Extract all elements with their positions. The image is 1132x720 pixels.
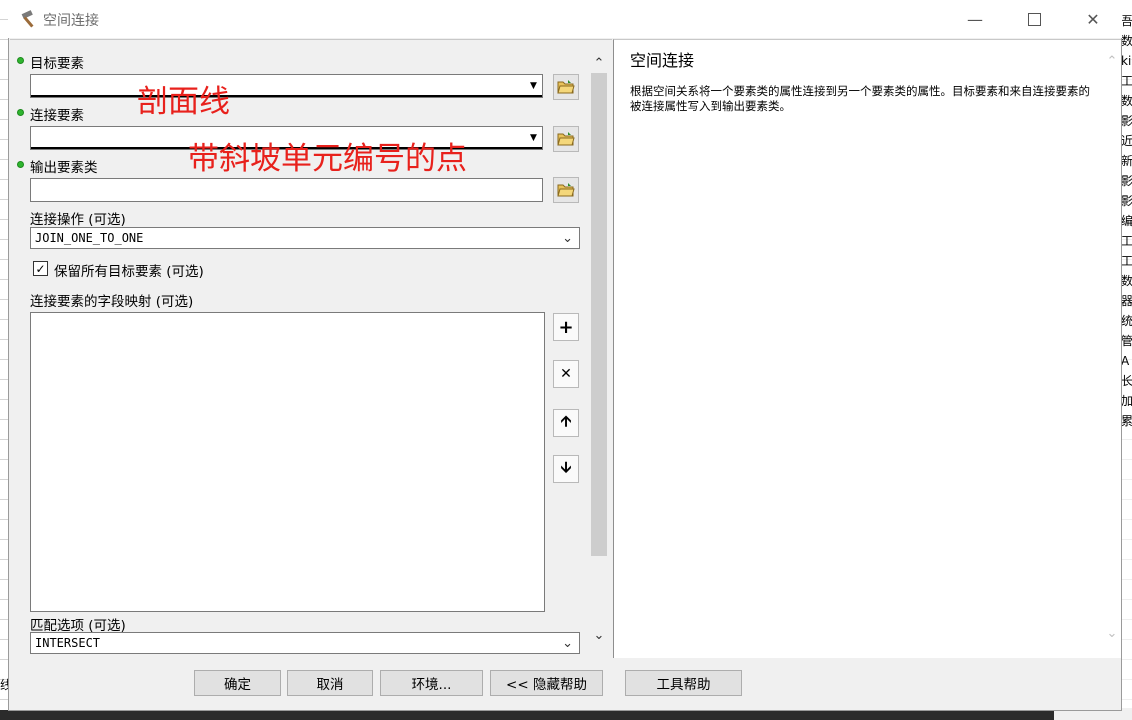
background-right-text: 统 [1121, 314, 1132, 328]
chevron-down-icon[interactable]: ▼ [525, 127, 542, 149]
background-right-text: 长 [1121, 374, 1132, 388]
join-browse-button[interactable] [553, 126, 579, 152]
background-right-text: 工 [1121, 74, 1132, 88]
join-operation-label: 连接操作 (可选) [30, 212, 126, 228]
chevron-down-icon: ⌄ [593, 627, 605, 643]
folder-open-icon [557, 183, 575, 197]
background-right-text: 影 [1121, 174, 1132, 188]
chevron-down-icon[interactable]: ▼ [525, 75, 542, 97]
match-option-value: INTERSECT [35, 636, 101, 650]
background-right-text: ki [1121, 54, 1132, 68]
hide-help-button[interactable]: << 隐藏帮助 [490, 670, 603, 696]
move-down-button[interactable]: 🡫 [553, 455, 579, 483]
background-right-text: 管 [1121, 334, 1132, 348]
help-scroll-down-button[interactable]: ⌄ [1104, 625, 1120, 641]
background-right-text: 吾 [1121, 14, 1132, 28]
arrow-down-icon: 🡫 [560, 457, 572, 476]
plus-icon: + [558, 316, 574, 338]
remove-field-button[interactable]: ✕ [553, 360, 579, 388]
target-features-label: 目标要素 [30, 56, 84, 72]
target-browse-button[interactable] [553, 74, 579, 100]
required-indicator [17, 57, 24, 64]
combo-border [31, 95, 542, 97]
scroll-down-button[interactable]: ⌄ [591, 627, 607, 643]
scrollbar-thumb[interactable] [591, 73, 607, 556]
annotation-join-note: 带斜坡单元编号的点 [188, 141, 467, 177]
background-right-text: 编 [1121, 214, 1132, 228]
folder-open-icon [557, 132, 575, 146]
window-title: 空间连接 [43, 13, 99, 29]
field-map-label: 连接要素的字段映射 (可选) [30, 294, 194, 310]
chevron-down-icon: ⌄ [562, 636, 573, 651]
background-right-text: 数 [1121, 94, 1132, 108]
background-right-text: A [1121, 354, 1130, 368]
close-button[interactable]: ✕ [1070, 0, 1116, 38]
background-right-text: 新 [1121, 154, 1132, 168]
keep-all-checkbox[interactable]: ✓ [33, 261, 48, 276]
chevron-down-icon: ⌄ [562, 231, 573, 246]
environments-button[interactable]: 环境... [380, 670, 483, 696]
background-right-text: 影 [1121, 114, 1132, 128]
match-option-select[interactable]: INTERSECT ⌄ [30, 632, 580, 654]
help-scroll-up-button[interactable]: ⌃ [1104, 53, 1120, 69]
keep-all-label: 保留所有目标要素 (可选) [54, 264, 204, 280]
delete-icon: ✕ [560, 366, 572, 382]
minimize-icon: — [967, 9, 983, 29]
help-pane [613, 39, 1121, 658]
join-operation-select[interactable]: JOIN_ONE_TO_ONE ⌄ [30, 227, 580, 249]
background-right-text: 加 [1121, 394, 1132, 408]
required-indicator [17, 109, 24, 116]
minimize-button[interactable]: — [952, 0, 998, 38]
close-icon: ✕ [1086, 9, 1100, 29]
maximize-button[interactable] [1011, 0, 1057, 38]
background-right-text: 累 [1121, 414, 1132, 428]
help-description: 根据空间关系将一个要素类的属性连接到另一个要素类的属性。目标要素和来自连接要素的… [630, 84, 1090, 113]
background-right-text: 近 [1121, 134, 1132, 148]
cancel-button[interactable]: 取消 [287, 670, 373, 696]
move-up-button[interactable]: 🡩 [553, 409, 579, 437]
maximize-icon [1027, 12, 1041, 26]
chevron-up-icon: ⌃ [593, 55, 605, 71]
match-option-label: 匹配选项 (可选) [30, 618, 126, 634]
join-operation-value: JOIN_ONE_TO_ONE [35, 231, 144, 245]
checkmark-icon: ✓ [35, 261, 46, 276]
chevron-up-icon: ⌃ [1106, 53, 1118, 69]
background-right-text: 器 [1121, 294, 1132, 308]
background-right-text: 工 [1121, 234, 1132, 248]
chevron-down-icon: ⌄ [1106, 625, 1118, 641]
target-features-input[interactable]: ▼ [30, 74, 543, 98]
output-feature-class-input[interactable] [30, 178, 543, 202]
join-features-label: 连接要素 [30, 108, 84, 124]
ok-button[interactable]: 确定 [194, 670, 281, 696]
background-right-text: 工 [1121, 254, 1132, 268]
background-right-text: 影 [1121, 194, 1132, 208]
hammer-icon [19, 9, 39, 29]
annotation-target-note: 剖面线 [137, 84, 230, 120]
background-right-text: 数 [1121, 34, 1132, 48]
add-field-button[interactable]: + [553, 313, 579, 341]
arrow-up-icon: 🡩 [560, 411, 572, 430]
output-feature-class-label: 输出要素类 [30, 160, 98, 176]
background-right-text: 数 [1121, 274, 1132, 288]
folder-open-icon [557, 80, 575, 94]
help-title: 空间连接 [630, 51, 695, 70]
required-indicator [17, 161, 24, 168]
scroll-up-button[interactable]: ⌃ [591, 55, 607, 71]
background-taskbar-strip [0, 710, 1132, 720]
output-browse-button[interactable] [553, 177, 579, 203]
tool-help-button[interactable]: 工具帮助 [625, 670, 742, 696]
field-map-list[interactable] [30, 312, 545, 612]
